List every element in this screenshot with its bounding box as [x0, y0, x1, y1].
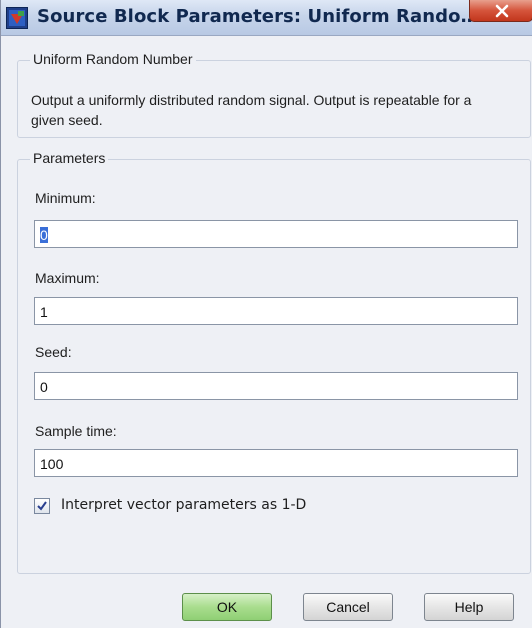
maximum-value: 1 — [40, 304, 48, 320]
interpret-vector-checkbox[interactable] — [34, 498, 50, 514]
block-description-text: Output a uniformly distributed random si… — [31, 92, 472, 128]
close-button[interactable] — [469, 0, 532, 22]
parameters-group-title: Parameters — [30, 150, 109, 166]
minimum-input[interactable]: 0 — [34, 220, 518, 248]
seed-value: 0 — [40, 379, 48, 395]
sample-time-label: Sample time: — [35, 423, 117, 439]
close-icon — [495, 4, 509, 18]
dialog-window: Source Block Parameters: Uniform Rando… … — [0, 0, 532, 628]
sample-time-input[interactable]: 100 — [34, 449, 518, 477]
minimum-label: Minimum: — [35, 190, 96, 206]
ok-button[interactable]: OK — [182, 593, 272, 621]
maximum-input[interactable]: 1 — [34, 297, 518, 325]
seed-label: Seed: — [35, 344, 72, 360]
sample-time-value: 100 — [40, 456, 64, 472]
help-button[interactable]: Help — [424, 593, 514, 621]
maximum-label: Maximum: — [35, 270, 100, 286]
title-bar[interactable]: Source Block Parameters: Uniform Rando… — [1, 0, 532, 36]
block-description-group-title: Uniform Random Number — [30, 51, 196, 67]
window-title: Source Block Parameters: Uniform Rando… — [37, 6, 479, 27]
simulink-block-icon — [6, 7, 28, 29]
checkmark-icon — [37, 501, 47, 511]
seed-input[interactable]: 0 — [34, 372, 518, 400]
interpret-vector-label: Interpret vector parameters as 1-D — [61, 497, 307, 513]
cancel-button[interactable]: Cancel — [303, 593, 393, 621]
minimum-value: 0 — [40, 227, 48, 243]
